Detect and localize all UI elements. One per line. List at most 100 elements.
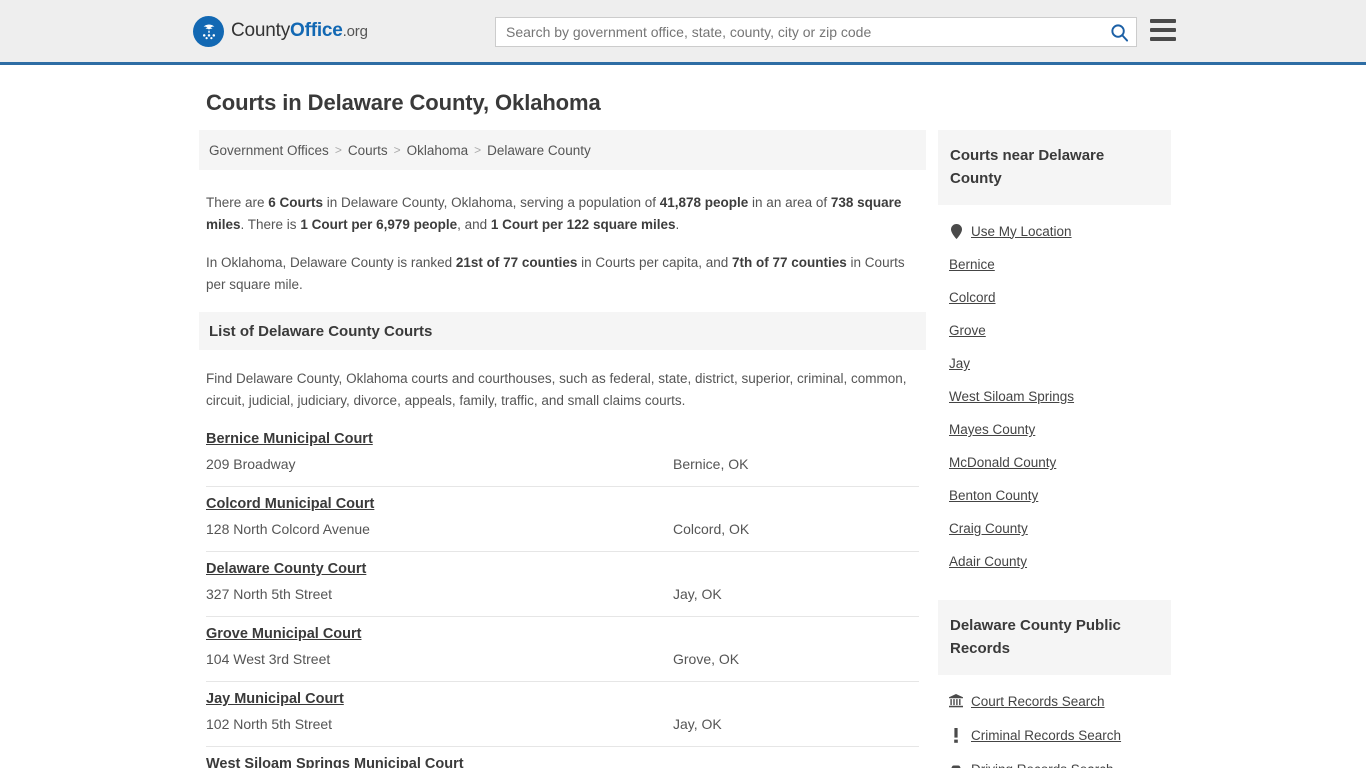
search-icon: [1110, 23, 1128, 42]
search-input[interactable]: [496, 24, 1102, 40]
sidebar-records-heading: Delaware County Public Records: [950, 617, 1121, 657]
hamburger-bar: [1150, 28, 1176, 32]
site-logo[interactable]: CountyOffice.org: [193, 15, 368, 47]
sidebar-link-row: Colcord: [949, 290, 1160, 305]
intro-p2-rank-area: 7th of 77 counties: [732, 255, 847, 270]
sidebar-link-driving-records-search[interactable]: Driving Records Search: [971, 762, 1114, 768]
court-list-item: Bernice Municipal Court 209 Broadway Berni…: [206, 430, 919, 487]
sidebar-records-links: Court Records Search Criminal Records Sea…: [938, 693, 1171, 768]
intro-p1-text: , and: [457, 217, 491, 232]
sidebar-link-row: Mayes County: [949, 422, 1160, 437]
eagle-seal-icon: [193, 15, 224, 47]
court-name-link[interactable]: Bernice Municipal Court: [206, 431, 373, 447]
sidebar-link-row: Adair County: [949, 554, 1160, 569]
breadcrumb-item-oklahoma[interactable]: Oklahoma: [407, 143, 469, 158]
intro-p2-text: In Oklahoma, Delaware County is ranked: [206, 255, 456, 270]
sidebar-link-jay[interactable]: Jay: [949, 356, 970, 371]
intro-p1-text: . There is: [240, 217, 301, 232]
court-list-item: West Siloam Springs Municipal Court4880 …: [206, 747, 919, 768]
sidebar-public-records-block: Delaware County Public Records Court Rec…: [938, 600, 1171, 768]
main-column: Government Offices > Courts > Oklahoma > Delaw…: [199, 130, 926, 768]
sidebar-link-row: Criminal Records Search: [949, 727, 1160, 743]
logo-text-org: .org: [342, 23, 368, 40]
sidebar-link-row: Grove: [949, 323, 1160, 338]
sidebar-link-row: Bernice: [949, 257, 1160, 272]
courthouse-icon: [949, 693, 963, 709]
court-list-item: Colcord Municipal Court 128 North Colcord…: [206, 487, 919, 552]
intro-p1-text: in Delaware County, Oklahoma, serving a …: [323, 195, 660, 210]
court-address: 128 North Colcord Avenue: [206, 521, 370, 537]
sidebar-link-row: Jay: [949, 356, 1160, 371]
sidebar-link-craig-county[interactable]: Craig County: [949, 521, 1028, 536]
court-name-link[interactable]: Jay Municipal Court: [206, 691, 344, 707]
sidebar-link-grove[interactable]: Grove: [949, 323, 986, 338]
page-title: Courts in Delaware County, Oklahoma: [206, 90, 601, 115]
sidebar-link-mayes-county[interactable]: Mayes County: [949, 422, 1035, 437]
list-section-header: List of Delaware County Courts: [199, 312, 926, 350]
search-bar: [495, 17, 1137, 47]
map-pin-icon: [949, 223, 963, 239]
sidebar-nearby-heading: Courts near Delaware County: [950, 147, 1105, 187]
sidebar-link-bernice[interactable]: Bernice: [949, 257, 995, 272]
sidebar-link-mcdonald-county[interactable]: McDonald County: [949, 455, 1056, 470]
court-city: Jay, OK: [673, 586, 722, 602]
logo-text-county: County: [231, 20, 291, 41]
court-city: Grove, OK: [673, 651, 740, 667]
court-address: 102 North 5th Street: [206, 716, 333, 732]
intro-p1-text: There are: [206, 195, 269, 210]
court-detail-line: 209 Broadway Bernice, OK: [206, 456, 919, 472]
list-section-heading: List of Delaware County Courts: [209, 322, 433, 340]
court-detail-line: 128 North Colcord Avenue Colcord, OK: [206, 521, 919, 537]
sidebar-link-row: Benton County: [949, 488, 1160, 503]
sidebar: Courts near Delaware County Use My Locat…: [938, 130, 1171, 768]
court-name-link[interactable]: West Siloam Springs Municipal Court: [206, 756, 464, 768]
court-name-link[interactable]: Grove Municipal Court: [206, 626, 362, 642]
court-detail-line: 327 North 5th Street Jay, OK: [206, 586, 919, 602]
sidebar-link-criminal-records-search[interactable]: Criminal Records Search: [971, 728, 1121, 743]
court-city: Bernice, OK: [673, 456, 749, 472]
court-name-link[interactable]: Delaware County Court: [206, 561, 366, 577]
sidebar-link-row: West Siloam Springs: [949, 389, 1160, 404]
breadcrumb-separator: >: [393, 143, 401, 157]
sidebar-link-use-my-location[interactable]: Use My Location: [971, 224, 1072, 239]
intro-p1-courts-count: 6 Courts: [268, 195, 324, 210]
site-logo-text: CountyOffice.org: [231, 20, 368, 42]
hamburger-bar: [1150, 19, 1176, 23]
content-layout: Government Offices > Courts > Oklahoma > Delaw…: [199, 130, 1173, 768]
sidebar-link-benton-county[interactable]: Benton County: [949, 488, 1038, 503]
exclamation-icon: [949, 727, 963, 743]
intro-p1-population: 41,878 people: [659, 195, 749, 210]
list-section-description: Find Delaware County, Oklahoma courts an…: [206, 371, 907, 408]
sidebar-records-header: Delaware County Public Records: [938, 600, 1171, 675]
breadcrumb-item-delaware-county: Delaware County: [487, 142, 591, 158]
court-list-item: Grove Municipal Court 104 West 3rd Street…: [206, 617, 919, 682]
intro-p2-rank-capita: 21st of 77 counties: [455, 255, 578, 270]
sidebar-nearby-header: Courts near Delaware County: [938, 130, 1171, 205]
sidebar-link-row: McDonald County: [949, 455, 1160, 470]
court-list-item: Delaware County Court 327 North 5th Stree…: [206, 552, 919, 617]
breadcrumb: Government Offices > Courts > Oklahoma > Delaw…: [199, 130, 926, 170]
hamburger-menu-icon[interactable]: [1150, 19, 1176, 41]
breadcrumb-item-government-offices[interactable]: Government Offices: [209, 143, 329, 158]
site-header: CountyOffice.org: [0, 0, 1366, 65]
court-detail-line: 102 North 5th Street Jay, OK: [206, 716, 919, 732]
court-list: Bernice Municipal Court 209 Broadway Berni…: [199, 430, 926, 768]
court-address: 104 West 3rd Street: [206, 651, 331, 667]
sidebar-link-court-records-search[interactable]: Court Records Search: [971, 694, 1105, 709]
breadcrumb-separator: >: [334, 143, 342, 157]
sidebar-link-row: Driving Records Search: [949, 761, 1160, 768]
court-address: 209 Broadway: [206, 456, 296, 472]
breadcrumb-item-courts[interactable]: Courts: [348, 143, 388, 158]
court-name-link[interactable]: Colcord Municipal Court: [206, 496, 374, 512]
intro-p1-per-area: 1 Court per 122 square miles: [490, 217, 676, 232]
page-body: Courts in Delaware County, Oklahoma Gove…: [0, 90, 1366, 768]
intro-p1-text: .: [675, 217, 680, 232]
court-address: 327 North 5th Street: [206, 586, 333, 602]
sidebar-link-west-siloam-springs[interactable]: West Siloam Springs: [949, 389, 1074, 404]
court-city: Jay, OK: [673, 716, 722, 732]
search-button[interactable]: [1102, 18, 1136, 46]
sidebar-link-colcord[interactable]: Colcord: [949, 290, 996, 305]
logo-text-office: Office: [290, 20, 343, 41]
sidebar-link-row: Craig County: [949, 521, 1160, 536]
sidebar-link-adair-county[interactable]: Adair County: [949, 554, 1027, 569]
